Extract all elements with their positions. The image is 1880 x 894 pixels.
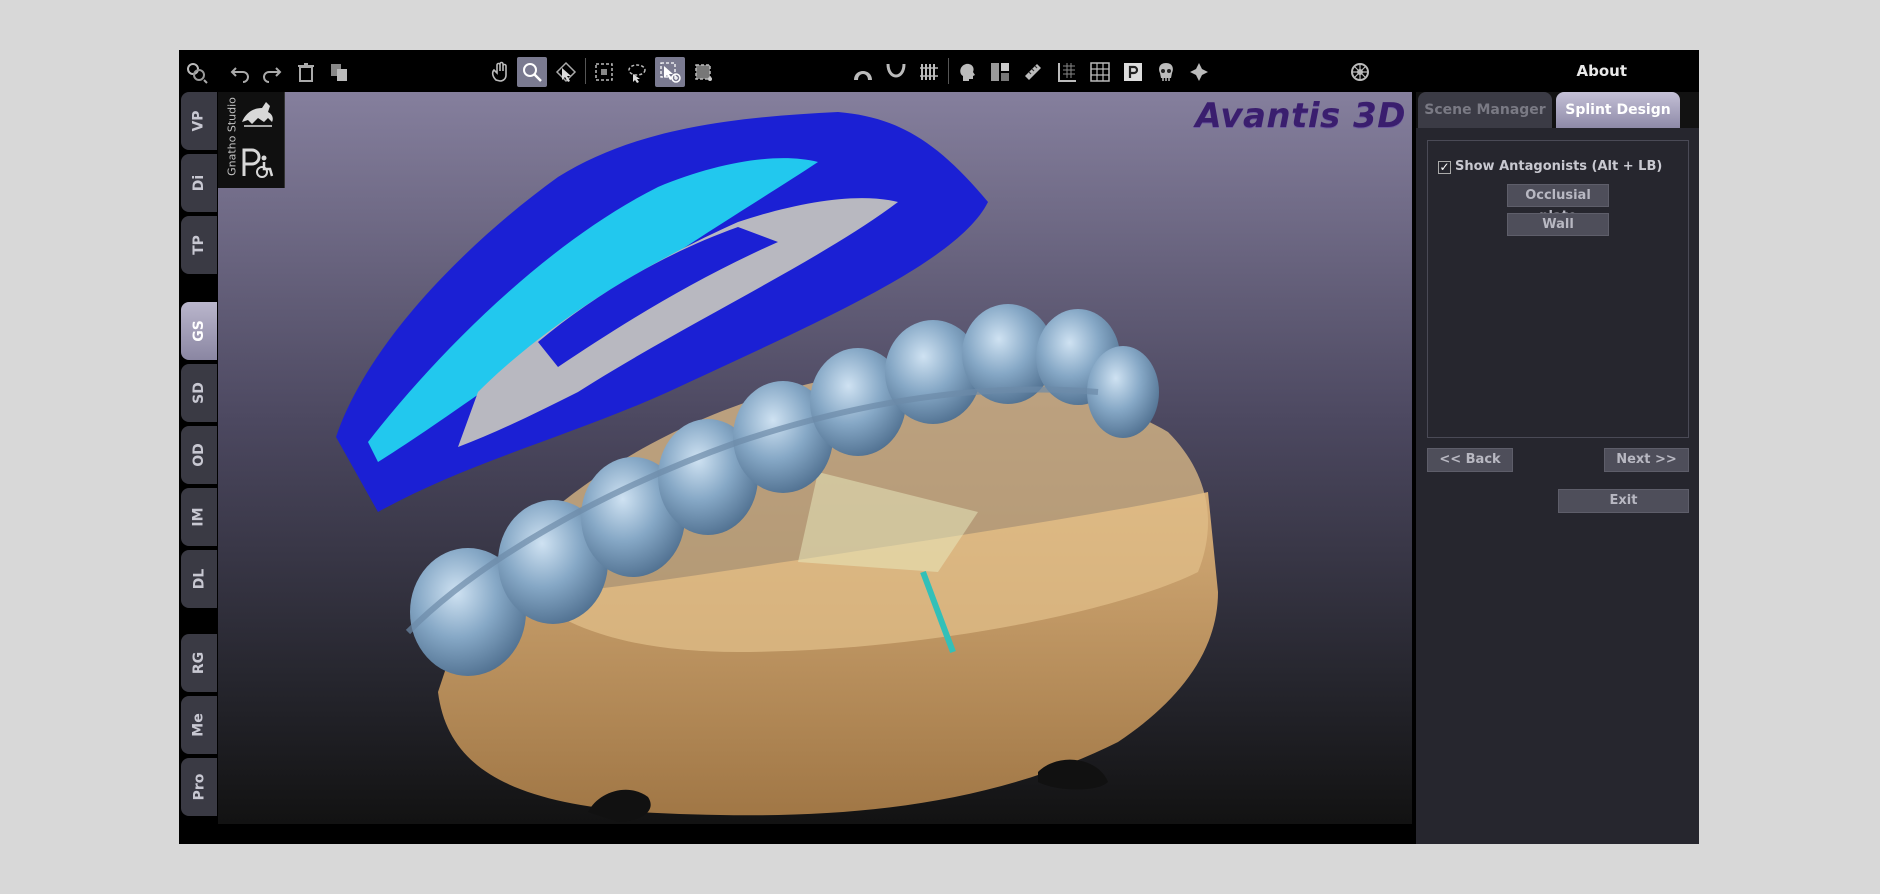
back-button[interactable]: << Back (1427, 448, 1513, 472)
tab-sd[interactable]: SD (181, 364, 217, 422)
dental-model-render (336, 112, 1218, 822)
pin-icon[interactable] (1184, 57, 1214, 87)
redo-icon[interactable] (257, 57, 287, 87)
right-panel: Scene Manager Splint Design ✓ Show Antag… (1416, 92, 1699, 844)
tab-label: DL (190, 568, 207, 590)
delete-icon[interactable] (291, 57, 321, 87)
tab-label: SD (191, 382, 207, 404)
next-button[interactable]: Next >> (1604, 448, 1689, 472)
copy-icon[interactable] (324, 57, 354, 87)
left-vertical-tabs: VP Di TP GS SD OD IM DL RG Me Pro (179, 92, 218, 844)
upper-arch-icon[interactable] (848, 57, 878, 87)
tab-label: GS (190, 320, 207, 342)
tab-di[interactable]: Di (181, 154, 217, 212)
splint-design-options: ✓ Show Antagonists (Alt + LB) Occlusial … (1427, 140, 1689, 438)
tab-label: RG (191, 651, 207, 675)
3d-viewport[interactable]: Gnatho Studio Avantis 3D (218, 92, 1412, 824)
about-menu[interactable]: About (1576, 58, 1627, 84)
rotate-select-icon[interactable] (551, 57, 581, 87)
toolbar-separator (585, 58, 586, 84)
occlusal-plate-button[interactable]: Occlusial plate (1507, 184, 1609, 224)
tab-label: OD (191, 443, 207, 467)
tab-vp[interactable]: VP (181, 92, 217, 150)
settings-wheel-icon[interactable] (1345, 57, 1375, 87)
tab-gs[interactable]: GS (181, 302, 217, 360)
patient-position-icon[interactable] (236, 142, 280, 182)
tab-me[interactable]: Me (181, 696, 217, 754)
p-marker-icon[interactable] (1118, 57, 1148, 87)
app-menu-icon[interactable] (181, 57, 211, 87)
grid-axis-icon[interactable] (1052, 57, 1082, 87)
status-bar (179, 824, 1416, 844)
jaw-model-icon[interactable] (236, 94, 280, 134)
pointer-add-icon[interactable] (655, 57, 685, 87)
head-profile-icon[interactable] (952, 57, 982, 87)
tab-tp[interactable]: TP (181, 216, 217, 274)
tab-dl[interactable]: DL (181, 550, 217, 608)
ruler-icon[interactable] (1018, 57, 1048, 87)
avantis-logo: Avantis 3D (1195, 96, 1406, 136)
tab-label: Pro (190, 773, 207, 801)
crop-select-icon[interactable] (688, 57, 718, 87)
box-select-icon[interactable] (589, 57, 619, 87)
exit-button[interactable]: Exit (1558, 489, 1689, 513)
skull-icon[interactable] (1151, 57, 1181, 87)
lower-arch-icon[interactable] (881, 57, 911, 87)
wall-button[interactable]: Wall (1507, 213, 1609, 236)
pan-hand-icon[interactable] (485, 57, 515, 87)
teeth-row-icon[interactable] (914, 57, 944, 87)
toolbar: About (179, 50, 1699, 92)
lasso-select-icon[interactable] (622, 57, 652, 87)
grid-icon[interactable] (1085, 57, 1115, 87)
toolbar-separator (948, 58, 949, 84)
right-panel-tabs: Scene Manager Splint Design (1416, 92, 1699, 128)
tab-rg[interactable]: RG (181, 634, 217, 692)
tab-pro[interactable]: Pro (181, 758, 217, 816)
gnatho-studio-panel: Gnatho Studio (218, 92, 285, 188)
tab-scene-manager[interactable]: Scene Manager (1418, 92, 1552, 128)
show-antagonists-checkbox[interactable]: ✓ (1438, 161, 1451, 174)
zoom-icon[interactable] (517, 57, 547, 87)
app-window: About VP Di TP GS SD OD IM DL RG Me Pro (179, 50, 1699, 844)
tab-label: Me (191, 713, 207, 737)
undo-icon[interactable] (225, 57, 255, 87)
tab-label: VP (190, 110, 207, 132)
tab-im[interactable]: IM (181, 488, 217, 546)
layout-split-icon[interactable] (985, 57, 1015, 87)
show-antagonists-label[interactable]: Show Antagonists (Alt + LB) (1455, 159, 1662, 174)
tab-label: Di (190, 174, 207, 192)
tab-od[interactable]: OD (181, 426, 217, 484)
tab-label: IM (190, 507, 207, 527)
tab-splint-design[interactable]: Splint Design (1556, 92, 1680, 128)
tab-label: TP (191, 235, 207, 255)
